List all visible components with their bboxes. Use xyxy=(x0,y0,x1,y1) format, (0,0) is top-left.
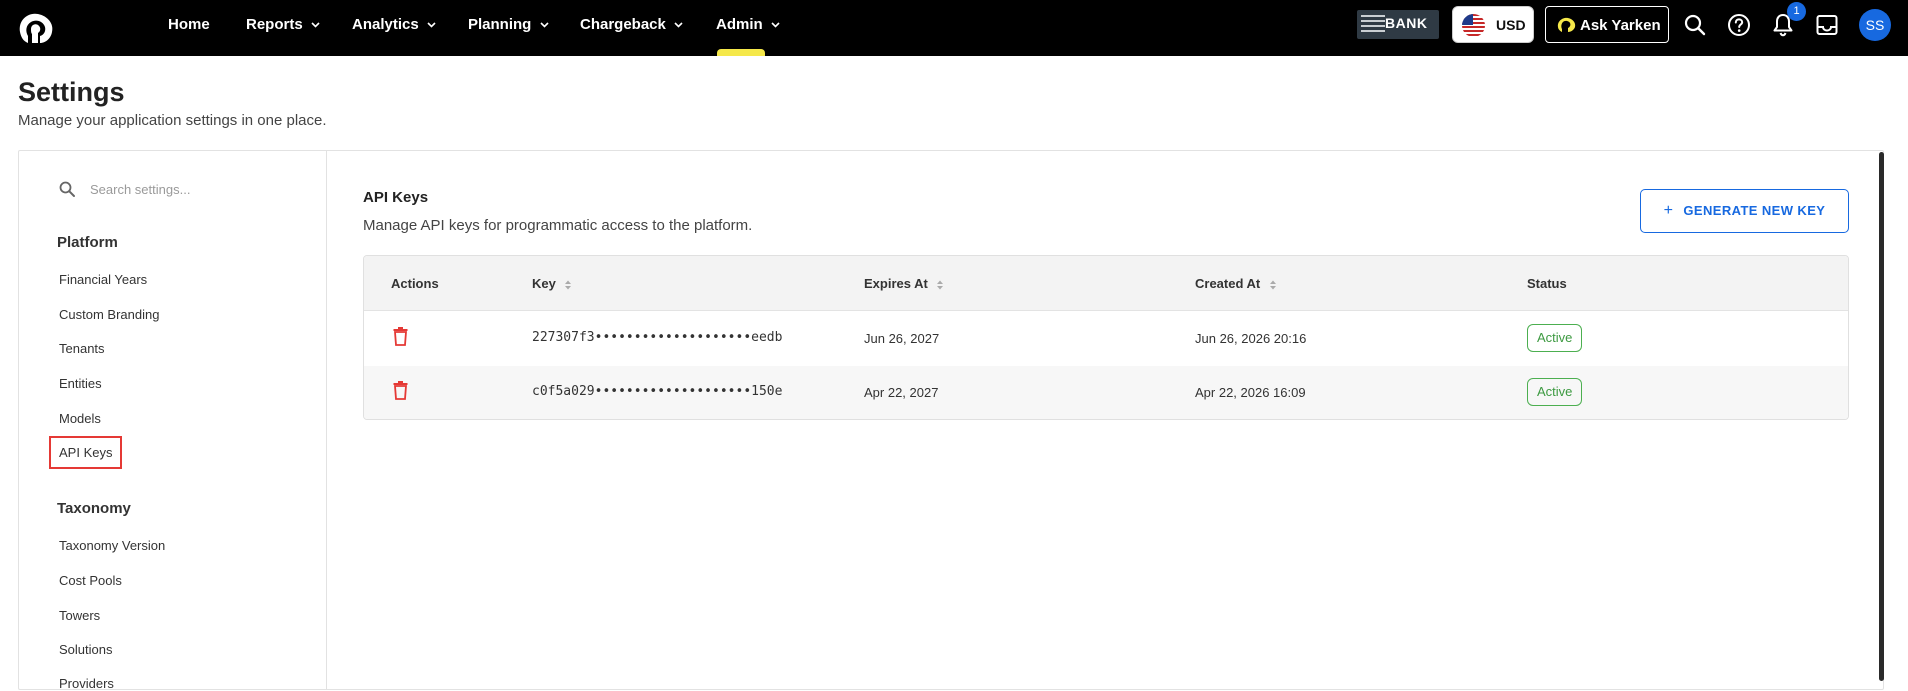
yarken-logo-icon xyxy=(1557,17,1576,32)
bank-logo-lines-icon xyxy=(1361,15,1385,34)
sidebar-item-solutions[interactable]: Solutions xyxy=(59,642,112,657)
nav-planning-label: Planning xyxy=(468,16,532,33)
sidebar-item-models[interactable]: Models xyxy=(59,411,101,426)
table-header: Actions Key Expires At Created At Status xyxy=(364,256,1848,311)
created-at-value: Jun 26, 2026 20:16 xyxy=(1195,331,1307,346)
key-value: 227307f3••••••••••••••••••••eedb xyxy=(532,330,783,345)
nav-chargeback[interactable]: Chargeback xyxy=(580,0,683,56)
nav-planning[interactable]: Planning xyxy=(468,0,549,56)
nav-chargeback-label: Chargeback xyxy=(580,16,666,33)
generate-new-key-button[interactable]: + GENERATE NEW KEY xyxy=(1640,189,1849,233)
currency-selector[interactable]: USD xyxy=(1452,6,1534,43)
plus-icon: + xyxy=(1663,202,1674,219)
nav-reports[interactable]: Reports xyxy=(246,0,320,56)
status-badge: Active xyxy=(1527,324,1583,352)
search-icon xyxy=(59,181,75,197)
chevron-down-icon xyxy=(427,22,436,28)
nav-home-label: Home xyxy=(168,16,210,33)
inbox-icon[interactable] xyxy=(1814,12,1840,38)
generate-new-key-label: GENERATE NEW KEY xyxy=(1683,203,1826,218)
page-subtitle: Manage your application settings in one … xyxy=(18,112,327,129)
table-row: c0f5a029••••••••••••••••••••150e Apr 22,… xyxy=(364,366,1848,419)
column-header-status: Status xyxy=(1527,276,1567,291)
created-at-value: Apr 22, 2026 16:09 xyxy=(1195,385,1306,400)
status-badge: Active xyxy=(1527,378,1583,406)
nav-admin-label: Admin xyxy=(716,16,763,33)
column-header-expires-at[interactable]: Expires At xyxy=(864,276,944,291)
active-nav-indicator xyxy=(717,49,765,56)
sidebar-item-providers[interactable]: Providers xyxy=(59,676,114,691)
column-header-label: Expires At xyxy=(864,276,928,291)
sort-icon[interactable] xyxy=(1269,279,1277,291)
chevron-down-icon xyxy=(539,22,549,28)
column-header-label: Key xyxy=(532,276,556,291)
page-title: Settings xyxy=(18,77,125,107)
column-header-label: Status xyxy=(1527,276,1567,291)
help-icon[interactable] xyxy=(1726,12,1752,38)
ask-yarken-button[interactable]: Ask Yarken xyxy=(1545,6,1669,43)
expires-at-value: Apr 22, 2027 xyxy=(864,385,939,400)
nav-analytics[interactable]: Analytics xyxy=(352,0,436,56)
chevron-down-icon xyxy=(771,22,780,28)
sidebar-item-custom-branding[interactable]: Custom Branding xyxy=(59,307,159,322)
sidebar-item-tenants[interactable]: Tenants xyxy=(59,341,105,356)
sidebar-item-cost-pools[interactable]: Cost Pools xyxy=(59,573,122,588)
bank-logo: BANK xyxy=(1357,10,1439,39)
currency-label: USD xyxy=(1496,17,1526,33)
key-value: c0f5a029••••••••••••••••••••150e xyxy=(532,384,783,399)
us-flag-icon xyxy=(1462,14,1485,37)
sidebar-item-financial-years[interactable]: Financial Years xyxy=(59,272,147,287)
api-keys-table: Actions Key Expires At Created At Status… xyxy=(363,255,1849,420)
bank-logo-text: BANK xyxy=(1385,15,1428,31)
sidebar-item-entities[interactable]: Entities xyxy=(59,376,102,391)
content-scrollbar[interactable] xyxy=(1879,152,1884,681)
column-header-label: Created At xyxy=(1195,276,1261,291)
table-row: 227307f3••••••••••••••••••••eedb Jun 26,… xyxy=(364,312,1848,366)
delete-trash-icon[interactable] xyxy=(392,326,409,346)
sort-icon[interactable] xyxy=(936,279,944,291)
column-header-label: Actions xyxy=(391,276,439,291)
top-navigation-bar: Home Reports Analytics Planning Chargeba… xyxy=(0,0,1908,56)
nav-home[interactable]: Home xyxy=(168,0,210,56)
nav-analytics-label: Analytics xyxy=(352,16,419,33)
section-description: Manage API keys for programmatic access … xyxy=(363,217,753,234)
search-icon[interactable] xyxy=(1682,12,1708,38)
app-logo-icon[interactable] xyxy=(16,10,58,46)
section-title-taxonomy: Taxonomy xyxy=(57,500,131,517)
chevron-down-icon xyxy=(311,22,320,28)
expires-at-value: Jun 26, 2027 xyxy=(864,331,940,346)
sidebar-item-taxonomy-version[interactable]: Taxonomy Version xyxy=(59,538,165,553)
notification-count-badge: 1 xyxy=(1787,2,1806,21)
column-header-key[interactable]: Key xyxy=(532,276,572,291)
nav-reports-label: Reports xyxy=(246,16,303,33)
sort-icon[interactable] xyxy=(564,279,572,291)
nav-admin[interactable]: Admin xyxy=(716,0,780,56)
user-avatar[interactable]: SS xyxy=(1859,9,1891,41)
section-title-platform: Platform xyxy=(57,234,118,251)
settings-search-input[interactable] xyxy=(90,178,300,200)
sidebar-item-towers[interactable]: Towers xyxy=(59,608,100,623)
ask-yarken-label: Ask Yarken xyxy=(1580,17,1661,34)
column-header-actions: Actions xyxy=(391,276,439,291)
section-heading: API Keys xyxy=(363,189,429,206)
chevron-down-icon xyxy=(674,22,683,28)
sidebar-item-api-keys[interactable]: API Keys xyxy=(48,436,123,469)
column-header-created-at[interactable]: Created At xyxy=(1195,276,1277,291)
delete-trash-icon[interactable] xyxy=(392,380,409,400)
